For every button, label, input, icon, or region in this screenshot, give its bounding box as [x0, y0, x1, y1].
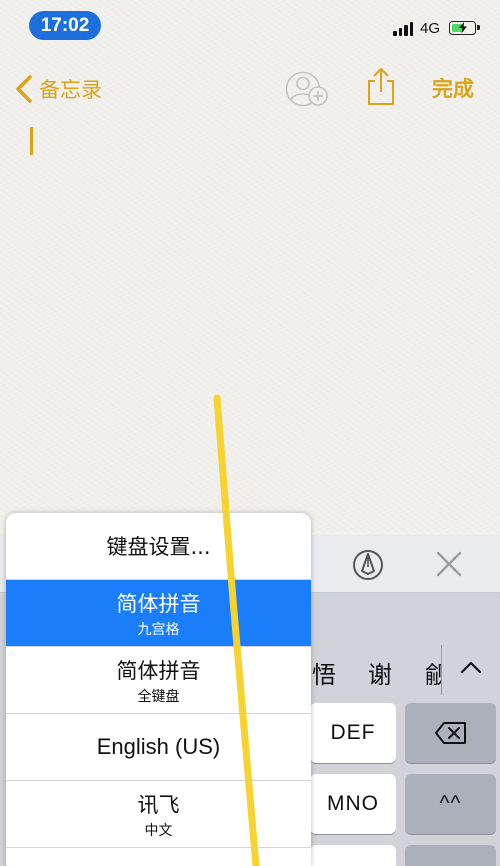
menu-item-keyboard-settings[interactable]: 键盘设置... [6, 513, 311, 580]
menu-item-sublabel: 九宫格 [137, 621, 180, 638]
menu-item-label: 简体拼音 [116, 591, 201, 616]
delete-icon [434, 722, 466, 744]
key-def[interactable]: DEF [310, 703, 396, 763]
cellular-signal-icon [393, 22, 415, 36]
menu-item-pinyin-full[interactable]: 简体拼音 全键盘 [6, 647, 311, 714]
menu-item-xunfei[interactable]: 讯飞 中文 [6, 781, 311, 848]
candidate-3[interactable]: 觎 [425, 655, 441, 690]
chevron-left-icon [16, 75, 32, 103]
key-mno[interactable]: MNO [310, 774, 396, 834]
delete-key[interactable] [405, 703, 496, 763]
menu-item-sublabel: 全键盘 [137, 688, 180, 705]
menu-item-partial[interactable] [6, 848, 311, 866]
chevron-up-icon[interactable] [457, 654, 485, 682]
candidate-1[interactable]: 悟 [312, 655, 336, 690]
candidate-divider [441, 645, 442, 695]
candidate-2[interactable]: 谢 [368, 655, 392, 690]
battery-charging-icon [449, 21, 480, 35]
done-button[interactable]: 完成 [432, 73, 474, 103]
add-person-icon[interactable] [284, 70, 330, 110]
back-button-label: 备忘录 [39, 78, 102, 102]
menu-item-label: 简体拼音 [116, 658, 201, 683]
share-icon[interactable] [365, 66, 397, 106]
menu-item-pinyin-9key[interactable]: 简体拼音 九宫格 [6, 580, 311, 647]
markup-pen-icon[interactable] [352, 549, 384, 581]
menu-item-label: 讯飞 [137, 792, 180, 817]
key-bottom-right-partial[interactable] [405, 845, 496, 866]
status-time[interactable]: 17:02 [29, 11, 101, 40]
network-type: 4G [420, 20, 441, 37]
menu-item-english-us[interactable]: English (US) [6, 714, 311, 781]
keyboard-language-menu: 键盘设置... 简体拼音 九宫格 简体拼音 全键盘 English (US) 讯… [6, 513, 311, 866]
text-cursor [30, 127, 33, 155]
close-icon[interactable] [434, 549, 464, 579]
menu-item-label: 键盘设置... [106, 535, 211, 559]
key-bottom-partial[interactable] [310, 845, 396, 866]
key-emoji[interactable]: ^^ [405, 774, 496, 834]
back-button[interactable]: 备忘录 [12, 72, 102, 106]
menu-item-label: English (US) [96, 734, 221, 759]
menu-item-sublabel: 中文 [144, 822, 173, 839]
